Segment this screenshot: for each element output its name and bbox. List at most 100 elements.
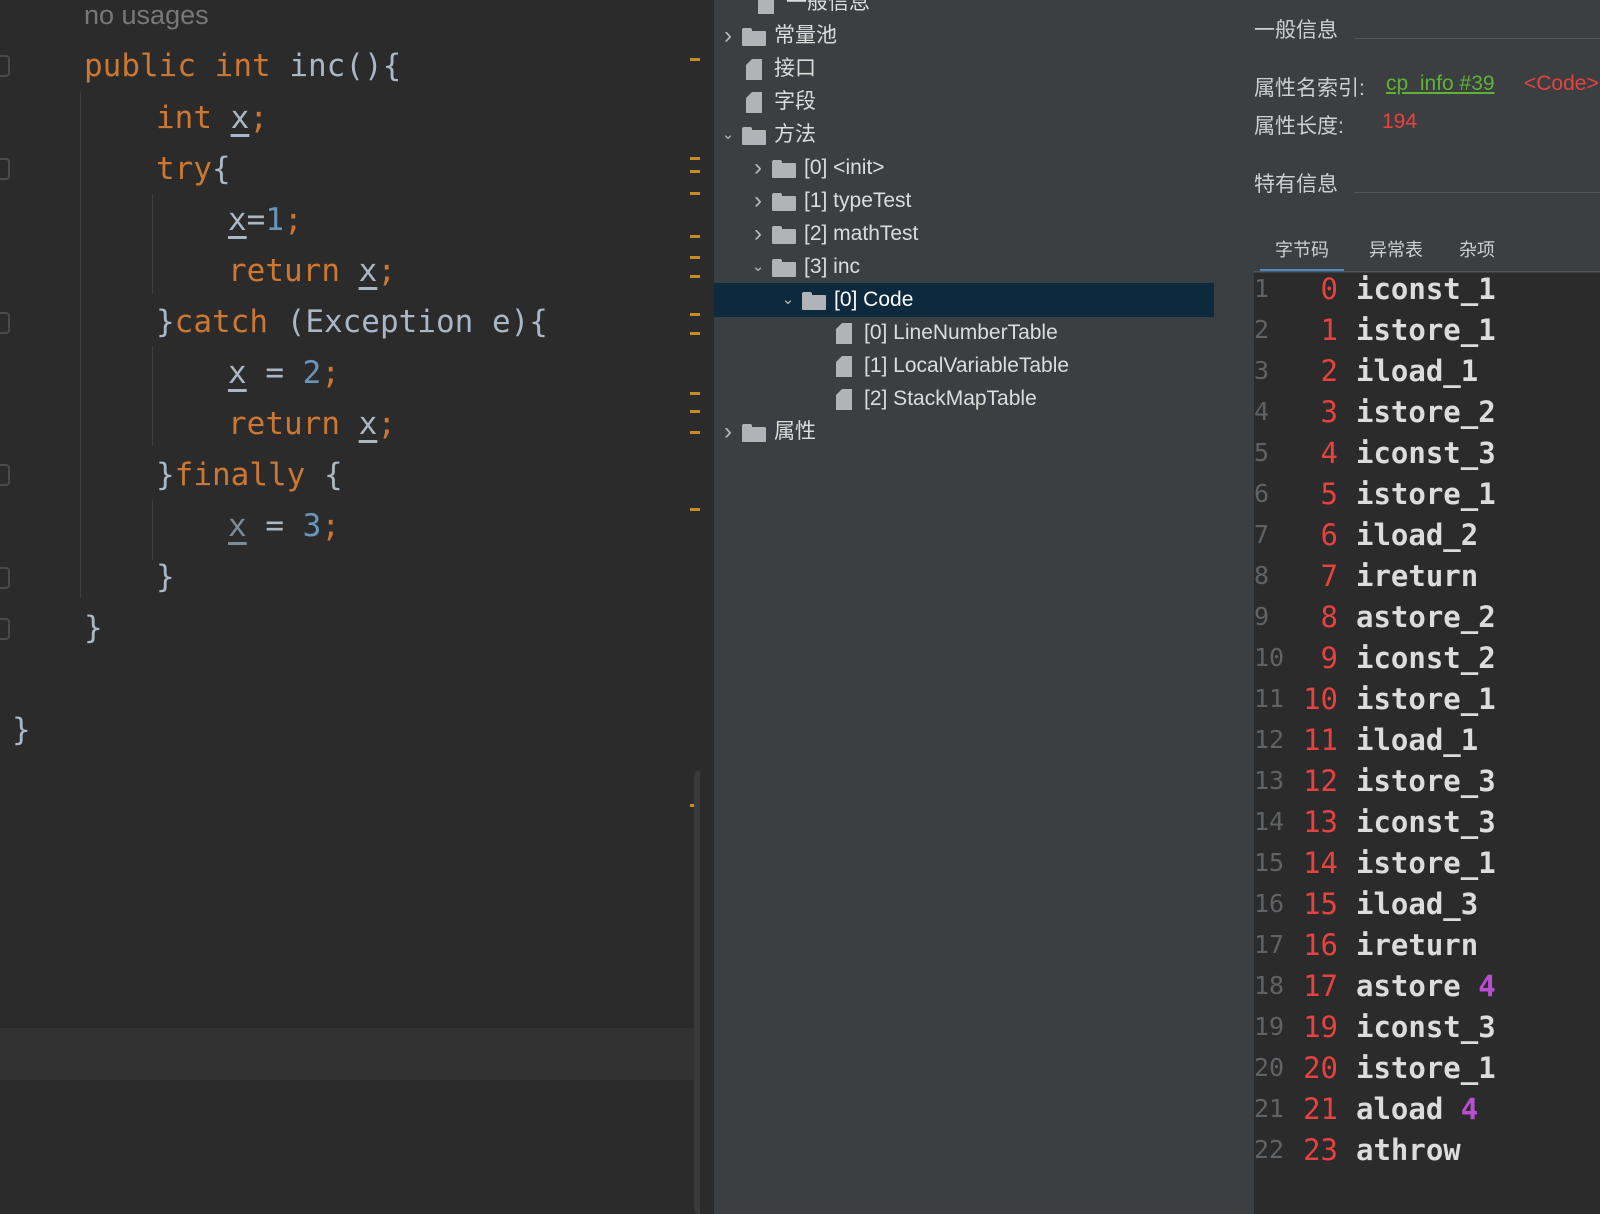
error-stripe-mark[interactable] [690,192,700,195]
bytecode-row[interactable]: 5 4 iconst_3 [1254,432,1600,474]
code-line[interactable]: } [84,602,103,654]
error-stripe-mark[interactable] [690,157,700,160]
code-line[interactable]: x = 2; [228,347,340,399]
chevron-down-icon[interactable]: ⌄ [778,283,798,317]
tree-item[interactable]: ⌄ [0] Code [714,283,1214,317]
error-stripe-mark[interactable] [690,170,700,173]
fold-marker-icon[interactable] [0,618,10,640]
code-line[interactable]: int x; [156,92,268,144]
chevron-down-icon[interactable]: ⌄ [748,250,768,284]
fold-marker-icon[interactable] [0,464,10,486]
error-stripe-mark[interactable] [690,508,700,511]
bytecode-row[interactable]: 17 16 ireturn [1254,924,1600,966]
bytecode-row[interactable]: 14 13 iconst_3 [1254,801,1600,843]
editor-scrollbar[interactable] [694,770,700,1214]
fold-marker-icon[interactable] [0,158,10,180]
bytecode-offset: 6 [1320,518,1338,552]
tree-item-general-info[interactable]: 一般信息 [714,0,1214,20]
code-token: int [156,100,231,136]
fold-marker-icon[interactable] [0,312,10,334]
line-number: 12 [1254,725,1285,754]
bytecode-row[interactable]: 8 7 ireturn [1254,555,1600,597]
error-stripe-mark[interactable] [690,410,700,413]
code-line[interactable]: x=1; [228,194,303,246]
tab-exception-table[interactable]: 异常表 [1354,232,1438,272]
code-line[interactable]: } [156,551,175,603]
code-line[interactable]: } [12,704,31,756]
bytecode-row[interactable]: 21 21 aload 4 [1254,1088,1600,1130]
tree-item[interactable]: [1] LocalVariableTable [714,349,1214,383]
tree-item[interactable]: › 属性 [714,415,1214,449]
code-line[interactable]: x = 3; [228,500,340,552]
bytecode-row[interactable]: 10 9 iconst_2 [1254,637,1600,679]
code-token: public [84,48,215,84]
bytecode-row[interactable]: 22 23 athrow [1254,1129,1600,1171]
code-line[interactable]: }catch (Exception e){ [156,296,548,348]
bytecode-row[interactable]: 4 3 istore_2 [1254,391,1600,433]
tree-item[interactable]: 字段 [714,85,1214,119]
code-line[interactable]: }finally { [156,449,343,501]
class-structure-tree[interactable]: 一般信息 › 常量池 接口 字段 ⌄ 方法 › [0] <init> › [1] typeTest… [714,0,1214,1214]
tree-item-label: [2] mathTest [804,222,919,245]
tree-item[interactable]: › 常量池 [714,19,1214,53]
chevron-right-icon[interactable]: › [748,151,768,185]
tree-item[interactable]: [0] LineNumberTable [714,316,1214,350]
error-stripe-mark[interactable] [690,392,700,395]
chevron-right-icon[interactable]: › [718,415,738,449]
bytecode-row[interactable]: 15 14 istore_1 [1254,842,1600,884]
error-stripe-mark[interactable] [690,313,700,316]
code-token: } [156,559,175,595]
bytecode-row[interactable]: 11 10 istore_1 [1254,678,1600,720]
error-stripe-mark[interactable] [690,235,700,238]
general-info-title: 一般信息 [1254,19,1338,42]
code-token: x [358,253,378,289]
tree-item[interactable]: › [2] mathTest [714,217,1214,251]
bytecode-row[interactable]: 19 19 iconst_3 [1254,1006,1600,1048]
bytecode-row[interactable]: 18 17 astore 4 [1254,965,1600,1007]
bytecode-row[interactable]: 12 11 iload_1 [1254,719,1600,761]
code-line[interactable]: try{ [156,143,231,195]
error-stripe-mark[interactable] [690,256,700,259]
tree-item[interactable]: ⌄ 方法 [714,118,1214,152]
code-line[interactable]: public int inc(){ [84,40,401,92]
error-stripe-mark[interactable] [690,431,700,434]
tree-item[interactable]: ⌄ [3] inc [714,250,1214,284]
tab-misc[interactable]: 杂项 [1452,232,1502,272]
bytecode-listing[interactable]: 1 0 iconst_1 2 1 istore_1 3 2 iload_1 4 3 istore_2 5… [1254,272,1600,1214]
chevron-right-icon[interactable]: › [748,217,768,251]
bytecode-row[interactable]: 9 8 astore_2 [1254,596,1600,638]
bytecode-offset: 4 [1320,436,1338,470]
code-editor[interactable]: no usages public int inc(){int x; try{x=1… [0,0,700,1214]
error-stripe-mark[interactable] [690,58,700,61]
chevron-right-icon[interactable]: › [748,184,768,218]
code-token: ; [377,253,396,289]
tree-item[interactable]: › [1] typeTest [714,184,1214,218]
tree-item-label: 一般信息 [786,0,870,14]
bytecode-row[interactable]: 16 15 iload_3 [1254,883,1600,925]
bytecode-row[interactable]: 20 20 istore_1 [1254,1047,1600,1089]
code-token: ; [377,406,396,442]
bytecode-row[interactable]: 6 5 istore_1 [1254,473,1600,515]
chevron-down-icon[interactable]: ⌄ [718,118,738,152]
bytecode-row[interactable]: 13 12 istore_3 [1254,760,1600,802]
error-stripe-mark[interactable] [690,332,700,335]
chevron-right-icon[interactable]: › [718,19,738,53]
fold-marker-icon[interactable] [0,55,10,77]
bytecode-row[interactable]: 1 0 iconst_1 [1254,268,1600,310]
tree-item[interactable]: [2] StackMapTable [714,382,1214,416]
line-number: 10 [1254,643,1285,672]
indent-guide [80,92,81,598]
tree-item-label: 属性 [774,420,816,443]
bytecode-row[interactable]: 3 2 iload_1 [1254,350,1600,392]
name-index-link[interactable]: cp_info #39 [1386,72,1495,96]
code-line[interactable]: return x; [228,245,396,297]
bytecode-row[interactable]: 7 6 iload_2 [1254,514,1600,556]
opcode: iconst_3 [1356,1010,1496,1044]
code-line[interactable]: return x; [228,398,396,450]
tree-item[interactable]: › [0] <init> [714,151,1214,185]
error-stripe-mark[interactable] [690,275,700,278]
tab-bytecode[interactable]: 字节码 [1260,232,1344,272]
tree-item[interactable]: 接口 [714,52,1214,86]
fold-marker-icon[interactable] [0,567,10,589]
bytecode-row[interactable]: 2 1 istore_1 [1254,309,1600,351]
